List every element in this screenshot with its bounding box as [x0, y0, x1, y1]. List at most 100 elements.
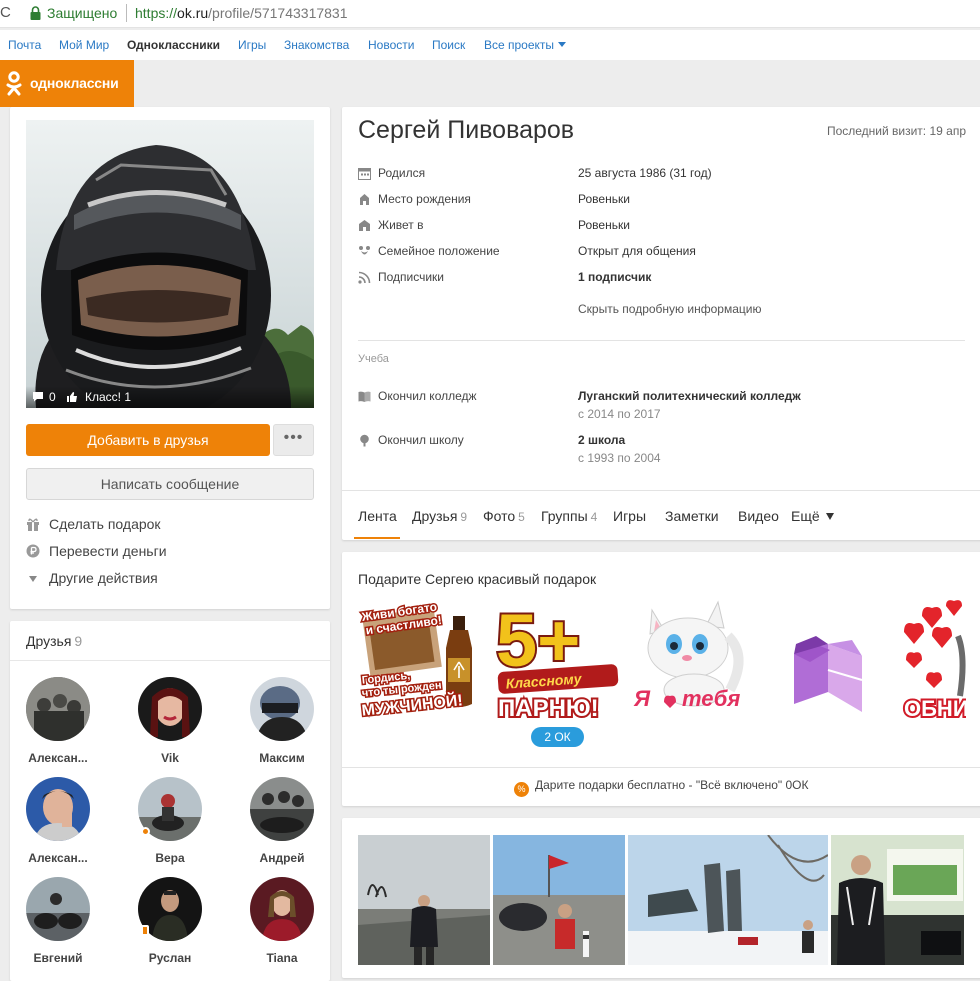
chevron-down-icon: [558, 42, 567, 47]
tab-groups[interactable]: Группы 4: [541, 508, 597, 524]
friend-card[interactable]: Андрей: [237, 777, 327, 865]
friends-title[interactable]: Друзья 9: [26, 633, 82, 649]
divider: [358, 340, 965, 341]
location-icon: [360, 194, 369, 205]
gift-text: ОБНИ: [904, 696, 966, 720]
more-actions-button[interactable]: •••: [273, 424, 314, 456]
gift-item[interactable]: [766, 596, 894, 720]
gift-item[interactable]: ОБНИ: [902, 596, 966, 720]
photo-thumb[interactable]: [831, 835, 964, 965]
ok-logo-icon: [6, 71, 22, 96]
info-label: Место рождения: [378, 192, 471, 206]
friend-name: Tiana: [266, 951, 298, 965]
info-value[interactable]: Ровеньки: [578, 218, 630, 232]
gift-image: 5+ Классному ПАРНЮ!: [494, 597, 619, 724]
divider: [342, 490, 980, 491]
gift-image: Я тебя: [633, 600, 744, 711]
photo-thumb[interactable]: [628, 835, 828, 965]
info-value: 25 августа 1986 (31 год): [578, 166, 712, 180]
friend-avatar[interactable]: [138, 677, 202, 741]
friend-name: Максим: [259, 751, 305, 765]
avatar-comment-count[interactable]: 0: [49, 390, 56, 404]
tab-games[interactable]: Игры: [613, 508, 646, 524]
portal-link-ok[interactable]: Одноклассники: [127, 38, 220, 52]
portal-link-news[interactable]: Новости: [368, 38, 414, 52]
friend-avatar[interactable]: [250, 877, 314, 941]
gift-price-badge[interactable]: 2 ОК: [531, 727, 584, 747]
photo-image: [831, 835, 964, 965]
friend-card[interactable]: Vik: [125, 677, 215, 765]
portal-link-mail[interactable]: Почта: [8, 38, 41, 52]
reload-icon[interactable]: C: [0, 4, 14, 22]
friend-card[interactable]: Максим: [237, 677, 327, 765]
friend-photo: [138, 677, 202, 741]
friend-card[interactable]: Руслан: [125, 877, 215, 965]
ok-logo[interactable]: одноклассни: [0, 60, 134, 107]
gift-text: тебя: [682, 686, 740, 711]
friend-avatar[interactable]: [26, 877, 90, 941]
tab-photos[interactable]: Фото 5: [483, 508, 525, 524]
school-icon: [360, 434, 369, 447]
portal-link-moimir[interactable]: Мой Мир: [59, 38, 109, 52]
url-field[interactable]: https://ok.ru/profile/571743317831: [135, 5, 348, 21]
other-actions-link[interactable]: Другие действия: [26, 570, 158, 586]
info-value[interactable]: Ровеньки: [578, 192, 630, 206]
tab-label: Заметки: [665, 508, 719, 524]
gift-image: Живи богато и счастливо! Гордись, что ты…: [358, 598, 472, 721]
add-friend-button[interactable]: Добавить в друзья: [26, 424, 270, 456]
friend-card[interactable]: Евгений: [13, 877, 103, 965]
friend-photo: [250, 777, 314, 841]
friend-card[interactable]: Алексан...: [13, 677, 103, 765]
url-path: /profile/571743317831: [208, 5, 348, 21]
avatar-stats: 0 Класс! 1: [26, 386, 314, 408]
portal-link-all-projects[interactable]: Все проекты: [484, 38, 567, 52]
photo-thumb[interactable]: [358, 835, 490, 965]
transfer-money-link[interactable]: Перевести деньги: [26, 543, 167, 559]
portal-nav: Почта Мой Мир Одноклассники Игры Знакомс…: [0, 30, 980, 60]
tab-video[interactable]: Видео: [738, 508, 779, 524]
portal-link-games[interactable]: Игры: [238, 38, 266, 52]
make-gift-link[interactable]: Сделать подарок: [26, 516, 161, 532]
friend-card[interactable]: Вера: [125, 777, 215, 865]
hide-info-link[interactable]: Скрыть подробную информацию: [578, 302, 761, 316]
profile-avatar[interactable]: 0 Класс! 1: [26, 120, 314, 408]
friend-card[interactable]: Tiana: [237, 877, 327, 965]
education-name[interactable]: Луганский политехнический колледж: [578, 389, 801, 403]
portal-link-search[interactable]: Поиск: [432, 38, 465, 52]
gift-item[interactable]: Живи богато и счастливо! Гордись, что ты…: [358, 596, 486, 721]
friend-avatar[interactable]: [26, 677, 90, 741]
friend-name: Vik: [161, 751, 179, 765]
info-value[interactable]: 1 подписчик: [578, 270, 651, 284]
gift-item[interactable]: Я тебя: [630, 596, 758, 720]
friend-name: Вера: [155, 851, 185, 865]
send-message-button[interactable]: Написать сообщение: [26, 468, 314, 500]
friend-photo: [26, 777, 90, 841]
free-gifts-link[interactable]: % Дарите подарки бесплатно - "Всё включен…: [514, 778, 808, 797]
tab-feed[interactable]: Лента: [358, 508, 397, 524]
tab-more[interactable]: Ещё: [791, 508, 834, 524]
friend-avatar[interactable]: [250, 777, 314, 841]
photo-thumb[interactable]: [493, 835, 625, 965]
tab-notes[interactable]: Заметки: [665, 508, 719, 524]
photo-image: [628, 835, 828, 965]
gift-icon: [27, 518, 39, 531]
friend-name: Алексан...: [28, 751, 88, 765]
avatar-like-count[interactable]: Класс! 1: [85, 390, 131, 404]
profile-name: Сергей Пивоваров: [358, 116, 575, 144]
friend-avatar[interactable]: [250, 677, 314, 741]
calendar-icon: [358, 168, 371, 180]
tab-count: 4: [590, 510, 598, 524]
gifts-title: Подарите Сергею красивый подарок: [358, 571, 597, 587]
friend-avatar[interactable]: [26, 777, 90, 841]
tab-label: Друзья: [412, 508, 458, 524]
portal-link-dating[interactable]: Знакомства: [284, 38, 349, 52]
friend-photo: [26, 877, 90, 941]
education-name[interactable]: 2 школа: [578, 433, 625, 447]
tab-friends[interactable]: Друзья 9: [412, 508, 467, 524]
friend-card[interactable]: Алексан...: [13, 777, 103, 865]
tab-label: Ещё: [791, 508, 820, 524]
avatar-photo-image: [26, 120, 314, 408]
home-icon: [359, 220, 370, 231]
gift-item[interactable]: 5+ Классному ПАРНЮ!: [494, 596, 622, 724]
active-tab-indicator: [354, 537, 400, 539]
